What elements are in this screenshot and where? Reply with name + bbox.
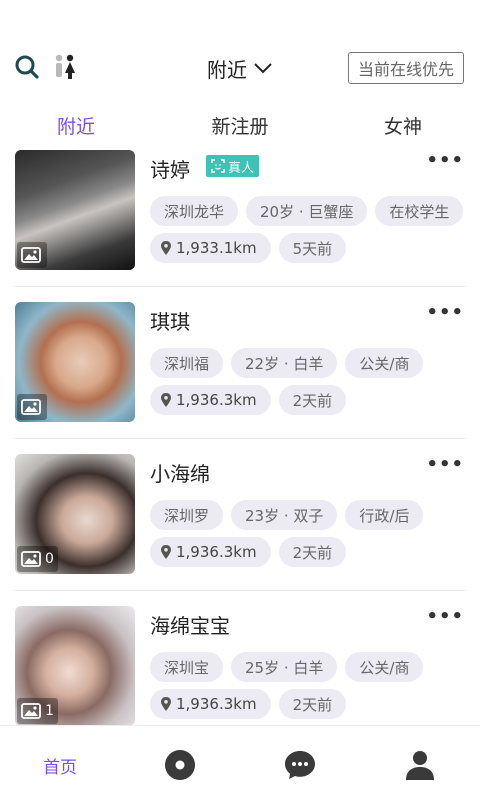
image-icon	[21, 399, 41, 415]
photo-count-badge: 1	[17, 698, 58, 724]
tag-distance: 1,936.3km	[150, 385, 271, 415]
user-name: 诗婷	[150, 158, 190, 182]
more-options-button[interactable]: •••	[426, 150, 464, 171]
meta-row: 1,936.3km 2天前	[150, 385, 347, 415]
tag-last-active: 5天前	[278, 233, 347, 263]
user-photo[interactable]: 0	[15, 454, 135, 574]
distance-text: 1,936.3km	[176, 543, 257, 561]
online-first-button[interactable]: 当前在线优先	[348, 52, 464, 84]
user-list: 诗婷 真人 ••• 深圳龙华 20岁 · 巨蟹座 在校学生 1,933.1km …	[0, 150, 480, 725]
tab-nearby[interactable]: 附近	[26, 112, 126, 139]
image-icon	[21, 551, 41, 567]
user-photo[interactable]	[15, 302, 135, 422]
user-name: 海绵宝宝	[150, 614, 230, 638]
tag-age-zodiac: 20岁 · 巨蟹座	[246, 196, 368, 226]
tag-location: 深圳罗	[150, 500, 224, 530]
chevron-down-icon	[254, 63, 272, 74]
tag-row: 深圳福 22岁 · 白羊 公关/商	[150, 348, 424, 378]
top-bar: 附近 当前在线优先	[0, 0, 480, 100]
location-pin-icon	[161, 393, 171, 407]
user-card[interactable]: 琪琪 ••• 深圳福 22岁 · 白羊 公关/商 1,936.3km 2天前	[0, 302, 480, 454]
chat-bubble-icon	[285, 751, 315, 779]
nav-messages[interactable]	[270, 748, 330, 782]
meta-row: 1,933.1km 5天前	[150, 233, 347, 263]
user-name: 小海绵	[150, 462, 210, 486]
tag-last-active: 2天前	[278, 689, 347, 719]
distance-text: 1,933.1km	[176, 239, 257, 257]
discover-icon	[165, 750, 195, 780]
tag-distance: 1,936.3km	[150, 537, 271, 567]
tag-row: 深圳龙华 20岁 · 巨蟹座 在校学生	[150, 196, 464, 226]
tag-last-active: 2天前	[278, 537, 347, 567]
person-icon	[406, 751, 434, 780]
more-options-button[interactable]: •••	[426, 302, 464, 323]
user-photo[interactable]	[15, 150, 135, 270]
photo-count: 0	[45, 551, 54, 567]
divider	[15, 286, 465, 287]
photo-count-badge: 0	[17, 546, 58, 572]
location-label: 附近	[207, 57, 247, 82]
image-icon	[21, 703, 41, 719]
user-card[interactable]: 0 小海绵 ••• 深圳罗 23岁 · 双子 行政/后 1,936.3km 2天…	[0, 454, 480, 606]
tag-occupation: 行政/后	[345, 500, 424, 530]
tag-location: 深圳龙华	[150, 196, 239, 226]
tag-location: 深圳福	[150, 348, 224, 378]
tag-last-active: 2天前	[278, 385, 347, 415]
user-card[interactable]: 1 海绵宝宝 ••• 深圳宝 25岁 · 白羊 公关/商 1,936.3km 2…	[0, 606, 480, 725]
photo-count-badge	[17, 394, 47, 420]
user-name: 琪琪	[150, 310, 190, 334]
nav-profile[interactable]	[390, 748, 450, 782]
tag-age-zodiac: 25岁 · 白羊	[231, 652, 338, 682]
nav-home[interactable]: 首页	[30, 748, 90, 782]
tag-occupation: 公关/商	[345, 348, 424, 378]
more-options-button[interactable]: •••	[426, 606, 464, 627]
verified-label: 真人	[228, 160, 255, 176]
image-icon	[21, 247, 41, 263]
tag-distance: 1,933.1km	[150, 233, 271, 263]
distance-text: 1,936.3km	[176, 391, 257, 409]
tab-goddess[interactable]: 女神	[353, 112, 453, 139]
tag-distance: 1,936.3km	[150, 689, 271, 719]
photo-count-badge	[17, 242, 47, 268]
user-photo[interactable]: 1	[15, 606, 135, 725]
meta-row: 1,936.3km 2天前	[150, 689, 347, 719]
divider	[15, 438, 465, 439]
tag-row: 深圳宝 25岁 · 白羊 公关/商	[150, 652, 424, 682]
verified-badge: 真人	[206, 155, 260, 177]
meta-row: 1,936.3km 2天前	[150, 537, 347, 567]
tag-occupation: 公关/商	[345, 652, 424, 682]
tab-new-register[interactable]: 新注册	[190, 112, 290, 139]
user-card[interactable]: 诗婷 真人 ••• 深圳龙华 20岁 · 巨蟹座 在校学生 1,933.1km …	[0, 150, 480, 302]
tag-row: 深圳罗 23岁 · 双子 行政/后	[150, 500, 424, 530]
tag-age-zodiac: 23岁 · 双子	[231, 500, 338, 530]
bottom-nav: 首页	[0, 725, 480, 800]
location-pin-icon	[161, 545, 171, 559]
divider	[15, 590, 465, 591]
nav-discover[interactable]	[150, 748, 210, 782]
tag-age-zodiac: 22岁 · 白羊	[231, 348, 338, 378]
tag-occupation: 在校学生	[375, 196, 464, 226]
location-pin-icon	[161, 241, 171, 255]
tag-location: 深圳宝	[150, 652, 224, 682]
photo-count: 1	[45, 703, 54, 719]
location-pin-icon	[161, 697, 171, 711]
tab-bar: 附近 新注册 女神	[0, 110, 480, 150]
face-scan-icon	[211, 159, 225, 173]
distance-text: 1,936.3km	[176, 695, 257, 713]
more-options-button[interactable]: •••	[426, 454, 464, 475]
